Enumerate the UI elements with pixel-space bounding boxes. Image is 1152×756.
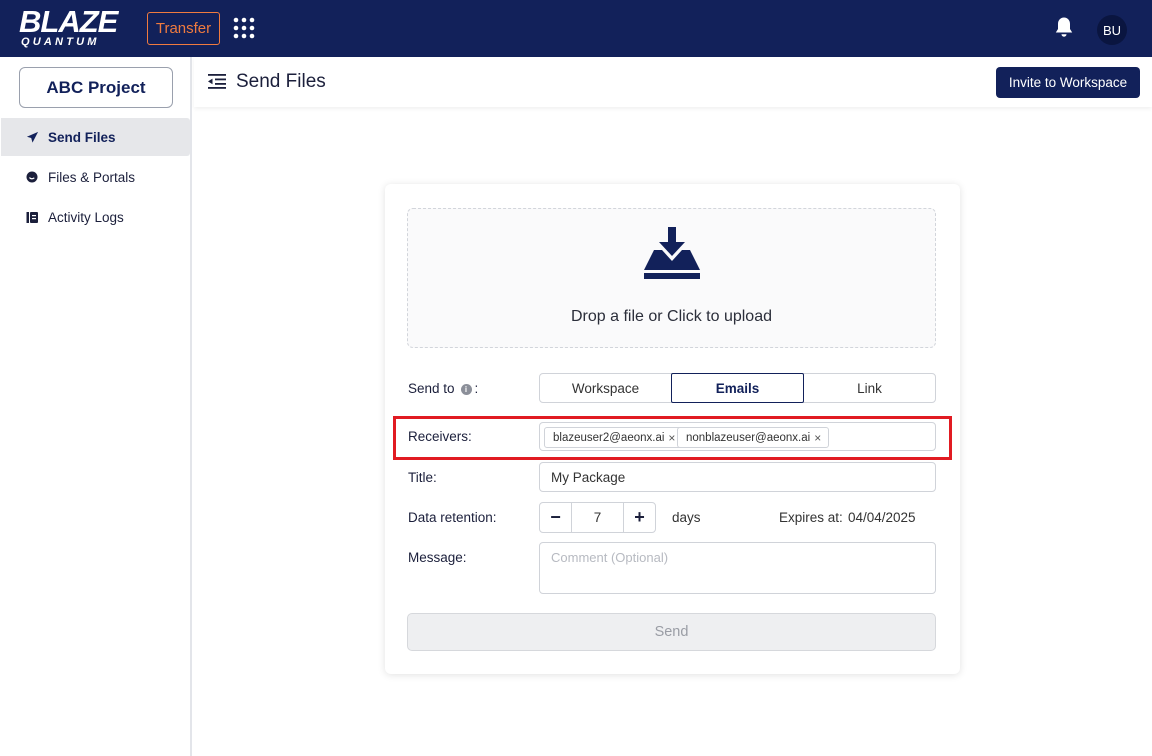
send-icon (25, 130, 39, 144)
file-dropzone[interactable]: Drop a file or Click to upload (407, 208, 936, 348)
receivers-highlight-box (393, 416, 952, 460)
sidebar-item-label: Activity Logs (48, 209, 124, 225)
send-to-colon: : (474, 381, 479, 396)
sidebar-item-label: Files & Portals (48, 169, 136, 185)
sidebar-item-activity-logs[interactable]: Activity Logs (1, 198, 190, 236)
bell-icon[interactable] (1054, 16, 1074, 38)
logo-text-main: BLAZE (19, 4, 118, 39)
send-to-emails-option[interactable]: Emails (671, 373, 804, 403)
expires-date: 04/04/2025 (848, 510, 916, 525)
sidebar-item-label: Send Files (48, 129, 116, 145)
dropzone-prompt: Drop a file or Click to upload (571, 308, 772, 325)
blaze-quantum-logo[interactable]: BLAZE QUANTUM (19, 4, 118, 48)
invite-to-workspace-button[interactable]: Invite to Workspace (996, 67, 1140, 98)
send-to-link-option[interactable]: Link (804, 374, 935, 402)
send-to-workspace-option[interactable]: Workspace (540, 374, 671, 402)
collapse-menu-icon[interactable] (208, 73, 226, 89)
send-to-label: Send to i: (408, 381, 478, 396)
info-icon[interactable]: i (460, 383, 472, 395)
transfer-button[interactable]: Transfer (147, 12, 220, 45)
send-to-label-text: Send to (408, 381, 455, 396)
send-to-toggle: Workspace Emails Link (539, 373, 936, 403)
data-retention-label: Data retention: (408, 510, 497, 525)
retention-stepper: − 7 + (539, 502, 656, 533)
sidebar-item-files-portals[interactable]: Files & Portals (1, 158, 190, 196)
portal-icon (25, 170, 39, 184)
title-label: Title: (408, 470, 437, 485)
retention-decrement-button[interactable]: − (540, 503, 571, 532)
upload-tray-icon (644, 227, 700, 279)
top-bar: BLAZE QUANTUM Transfer BU (0, 0, 1152, 57)
sidebar-item-send-files[interactable]: Send Files (1, 118, 190, 156)
message-label: Message: (408, 550, 467, 565)
retention-increment-button[interactable]: + (624, 503, 655, 532)
message-textarea[interactable]: Comment (Optional) (539, 542, 936, 594)
retention-value-input[interactable]: 7 (571, 503, 624, 532)
retention-unit: days (672, 510, 701, 525)
log-icon (25, 210, 39, 224)
apps-grid-icon[interactable] (233, 17, 255, 39)
project-selector-button[interactable]: ABC Project (19, 67, 173, 108)
expires-label: Expires at: (779, 510, 843, 525)
page-title: Send Files (236, 71, 326, 92)
sidebar: ABC Project Send Files Files & Portals A… (0, 57, 192, 756)
page-header: Send Files Invite to Workspace (194, 57, 1152, 107)
send-button[interactable]: Send (407, 613, 936, 651)
user-avatar[interactable]: BU (1097, 15, 1127, 45)
title-input[interactable]: My Package (539, 462, 936, 492)
